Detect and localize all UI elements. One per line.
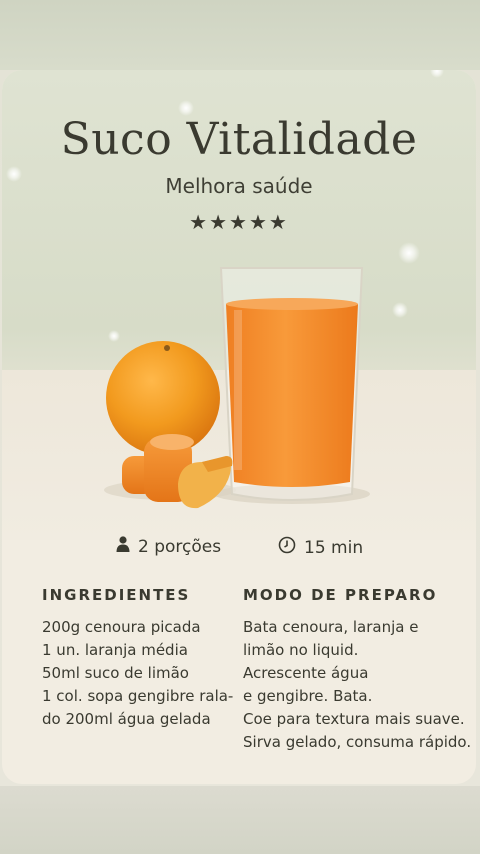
background-top bbox=[0, 0, 480, 70]
glass bbox=[219, 267, 364, 501]
ingredients-list: 200g cenoura picada 1 un. laranja média … bbox=[42, 616, 233, 731]
servings: 2 porções bbox=[116, 536, 221, 557]
clock-icon bbox=[278, 536, 296, 559]
recipe-title: Suco Vitalidade bbox=[60, 114, 418, 165]
list-item: limão no liquid. bbox=[243, 641, 359, 659]
list-item: Sirva gelado, consuma rápido. bbox=[243, 733, 472, 751]
list-item: Acrescente água bbox=[243, 664, 369, 682]
background-bottom bbox=[0, 786, 480, 854]
recipe-meta: 2 porções 15 min bbox=[2, 536, 476, 562]
time-text: 15 min bbox=[304, 537, 364, 558]
ingredients-heading: INGREDIENTES bbox=[42, 586, 191, 604]
recipe-card: Suco Vitalidade Melhora saúde ★★★★★ 2 po… bbox=[2, 70, 476, 784]
rating-stars: ★★★★★ bbox=[189, 210, 289, 234]
hero-image: Suco Vitalidade Melhora saúde ★★★★★ bbox=[2, 70, 476, 540]
recipe-subtitle: Melhora saúde bbox=[165, 174, 313, 198]
list-item: 1 col. sopa gengibre rala- bbox=[42, 687, 234, 705]
steps-list: Bata cenoura, laranja e limão no liquid.… bbox=[243, 616, 471, 754]
list-item: do 200ml água gelada bbox=[42, 710, 211, 728]
list-item: Bata cenoura, laranja e bbox=[243, 618, 419, 636]
list-item: 1 un. laranja média bbox=[42, 641, 188, 659]
servings-text: 2 porções bbox=[138, 536, 222, 557]
list-item: 200g cenoura picada bbox=[42, 618, 201, 636]
steps-heading: MODO DE PREPARO bbox=[243, 586, 438, 604]
prep-time: 15 min bbox=[278, 536, 363, 559]
person-icon bbox=[116, 536, 130, 557]
list-item: Coe para textura mais suave. bbox=[243, 710, 465, 728]
list-item: e gengibre. Bata. bbox=[243, 687, 373, 705]
list-item: 50ml suco de limão bbox=[42, 664, 189, 682]
